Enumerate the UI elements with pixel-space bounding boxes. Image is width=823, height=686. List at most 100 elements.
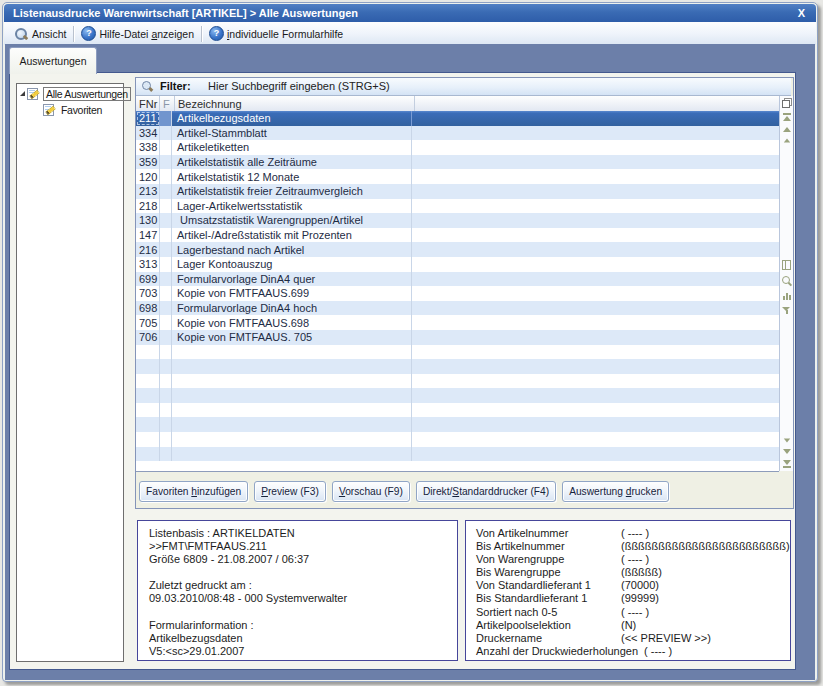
copy-icon[interactable]: [782, 98, 791, 107]
parameter-row: Anzahl der Druckwiederholungen( ---- ): [476, 645, 790, 658]
table-row[interactable]: 130 Umsatzstatistik Warengruppen/Artikel: [136, 213, 779, 228]
cell-empty: [412, 345, 779, 360]
table-row-empty[interactable]: [136, 417, 779, 432]
filter-tool-icon[interactable]: [782, 306, 791, 315]
table-row[interactable]: 216Lagerbestand nach Artikel: [136, 242, 779, 257]
cell-bezeichnung: Artikelstatistik freier Zeitraumvergleic…: [172, 184, 412, 199]
table-row[interactable]: 120Artikelstatistik 12 Monate: [136, 169, 779, 184]
parameter-row: Bis Warengruppe(ßßßßß): [476, 566, 790, 579]
app-window: Listenausdrucke Warenwirtschaft [ARTIKEL…: [2, 2, 818, 682]
table-row[interactable]: 147Artikel-/Adreßstatistik mit Prozenten: [136, 228, 779, 243]
scroll-down-icon[interactable]: [783, 449, 791, 454]
cell-bezeichnung: Formularvorlage DinA4 quer: [172, 272, 412, 287]
cell-empty: [412, 140, 779, 155]
button-auswertung-drucken[interactable]: Auswertung drucken: [562, 481, 669, 502]
cell-f: [160, 184, 172, 199]
scroll-up-small-icon[interactable]: [783, 139, 789, 143]
parameter-value: ( ---- ): [621, 553, 649, 566]
table-row[interactable]: 313Lager Kontoauszug: [136, 257, 779, 272]
table-row-empty[interactable]: [136, 403, 779, 418]
cell-empty: [412, 374, 779, 389]
cell-bezeichnung: [172, 417, 412, 432]
cell-fnr: [136, 403, 160, 418]
cell-fnr: [136, 374, 160, 389]
tree-item-favoriten[interactable]: Favoriten: [17, 103, 123, 116]
table-row[interactable]: 698Formularvorlage DinA4 hoch: [136, 301, 779, 316]
table-row-empty[interactable]: [136, 345, 779, 360]
table-row-empty[interactable]: [136, 447, 779, 462]
button-preview-f3-[interactable]: Preview (F3): [254, 481, 326, 502]
table-row-empty[interactable]: [136, 388, 779, 403]
tree-panel: Alle Auswertungen Favoriten: [16, 83, 124, 662]
table-row[interactable]: 706Kopie von FMTFAAUS. 705: [136, 330, 779, 345]
cell-empty: [412, 315, 779, 330]
table-row-empty[interactable]: [136, 374, 779, 389]
table-row[interactable]: 359Artikelstatistik alle Zeiträume: [136, 155, 779, 170]
button-favoriten-hinzuf-gen[interactable]: Favoriten hinzufügen: [139, 481, 248, 502]
table-body[interactable]: 211Artikelbezugsdaten334Artikel-Stammbla…: [136, 111, 779, 472]
parameter-label: Bis Warengruppe: [476, 566, 621, 579]
table-scrollbar[interactable]: [779, 96, 793, 471]
table-row[interactable]: 213Artikelstatistik freier Zeitraumvergl…: [136, 184, 779, 199]
statistics-icon[interactable]: [783, 292, 791, 300]
cell-empty: [412, 126, 779, 141]
column-header-fnr[interactable]: FNr: [136, 96, 160, 111]
search-icon: [142, 80, 154, 92]
cell-fnr: [136, 447, 160, 462]
close-button[interactable]: X: [798, 4, 805, 22]
cell-bezeichnung: Artikel-/Adreßstatistik mit Prozenten: [172, 228, 412, 243]
column-header-bezeichnung[interactable]: Bezeichnung: [175, 96, 415, 111]
cell-empty: [412, 228, 779, 243]
cell-f: [160, 213, 172, 228]
scroll-top-icon[interactable]: [783, 113, 791, 121]
table-row[interactable]: 705Kopie von FMTFAAUS.698: [136, 315, 779, 330]
cell-empty: [412, 286, 779, 301]
cell-bezeichnung: [172, 374, 412, 389]
button-label: Vorschau (F9): [339, 486, 403, 497]
table-row-empty[interactable]: [136, 359, 779, 374]
toolbar-button-3[interactable]: ?individuelle Formularhilfe: [204, 24, 348, 43]
parameter-row: Bis Artikelnummer(ßßßßßßßßßßßßßßßßßßßßßß…: [476, 540, 790, 553]
cell-empty: [412, 388, 779, 403]
cell-fnr: 699: [136, 272, 160, 287]
table-row[interactable]: 211Artikelbezugsdaten: [136, 111, 779, 126]
cell-empty: [412, 417, 779, 432]
filter-input[interactable]: Hier Suchbegriff eingeben (STRG+S): [208, 80, 390, 92]
table-row[interactable]: 218Lager-Artikelwertsstatistik: [136, 199, 779, 214]
cell-f: [160, 417, 172, 432]
search-tool-icon[interactable]: [782, 276, 792, 286]
toolbar-button-2[interactable]: ?Hilfe-Datei anzeigen: [76, 24, 199, 43]
tree-expander-icon[interactable]: [20, 91, 25, 96]
columns-icon[interactable]: [782, 260, 791, 270]
cell-empty: [412, 272, 779, 287]
table-row[interactable]: 334Artikel-Stammblatt: [136, 126, 779, 141]
cell-empty: [412, 330, 779, 345]
cell-fnr: [136, 417, 160, 432]
button-label: Favoriten hinzufügen: [146, 486, 241, 497]
parameter-value: (99999): [621, 592, 659, 605]
table-row-empty[interactable]: [136, 432, 779, 447]
table-row[interactable]: 338Artikeletiketten: [136, 140, 779, 155]
cell-empty: [412, 213, 779, 228]
button-direkt-standarddrucker-f4-[interactable]: Direkt/Standarddrucker (F4): [416, 481, 556, 502]
parameter-label: Artikelpoolselektion: [476, 619, 621, 632]
table-row[interactable]: 699 Formularvorlage DinA4 quer: [136, 272, 779, 287]
scroll-bottom-icon[interactable]: [783, 460, 791, 468]
page-panel: Alle Auswertungen Favoriten Filter: Hier …: [9, 72, 796, 670]
button-vorschau-f9-[interactable]: Vorschau (F9): [332, 481, 410, 502]
button-label: Preview (F3): [261, 486, 319, 497]
scroll-up-icon[interactable]: [783, 127, 791, 132]
cell-f: [160, 301, 172, 316]
list-panel: Filter: Hier Suchbegriff eingeben (STRG+…: [135, 77, 794, 509]
cell-fnr: 334: [136, 126, 160, 141]
cell-bezeichnung: Umsatzstatistik Warengruppen/Artikel: [172, 213, 412, 228]
parameter-value: (70000): [621, 579, 659, 592]
tree-item-alle-auswertungen[interactable]: Alle Auswertungen: [17, 87, 123, 100]
table-row[interactable]: 703Kopie von FMTFAAUS.699: [136, 286, 779, 301]
toolbar-button-1[interactable]: Ansicht: [9, 24, 71, 43]
tab-auswertungen[interactable]: Auswertungen: [9, 47, 97, 74]
scroll-down-small-icon[interactable]: [783, 439, 789, 443]
column-header-f[interactable]: F: [160, 96, 175, 111]
parameter-row: Bis Standardlieferant 1(99999): [476, 592, 790, 605]
toolbar: Ansicht ?Hilfe-Datei anzeigen ?individuell…: [4, 22, 816, 45]
